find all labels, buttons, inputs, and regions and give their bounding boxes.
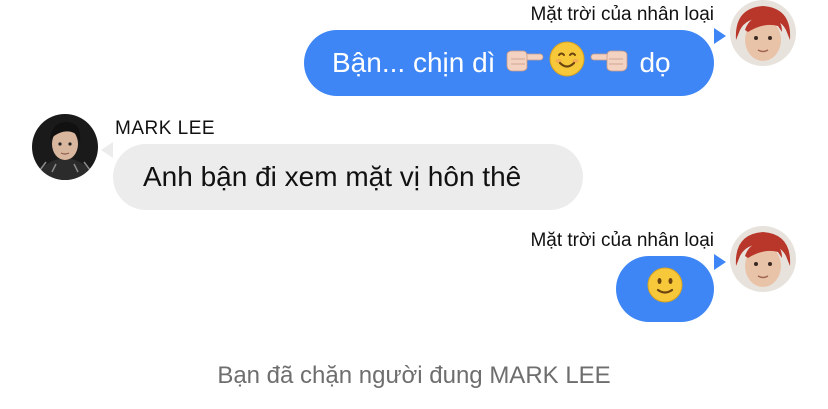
sender-name-self: Mặt trời của nhân loại (530, 4, 714, 25)
avatar-self[interactable] (730, 226, 796, 292)
smiling-face-icon (549, 41, 585, 86)
avatar-self[interactable] (730, 0, 796, 66)
message-text: Bận... chịn dì (332, 47, 496, 78)
message-text-end: dọ (639, 47, 671, 78)
outgoing-message-bubble[interactable] (616, 256, 714, 322)
outgoing-message-bubble[interactable]: Bận... chịn dì dọ (304, 30, 714, 96)
pointing-right-icon (505, 45, 545, 82)
avatar-mark-lee[interactable] (32, 114, 98, 180)
bubble-tail (101, 142, 113, 158)
blocked-notice: Bạn đã chặn người đung MARK LEE (217, 362, 611, 389)
pointing-left-icon (589, 45, 629, 82)
bubble-tail (714, 254, 726, 270)
sender-name-mark-lee: MARK LEE (115, 118, 216, 139)
message-text: Anh bận đi xem mặt vị hôn thê (143, 161, 522, 192)
incoming-message-bubble[interactable]: Anh bận đi xem mặt vị hôn thê (113, 144, 583, 210)
bubble-tail (714, 28, 726, 44)
sender-name-self: Mặt trời của nhân loại (530, 230, 714, 251)
slightly-smiling-face-icon (647, 267, 683, 312)
